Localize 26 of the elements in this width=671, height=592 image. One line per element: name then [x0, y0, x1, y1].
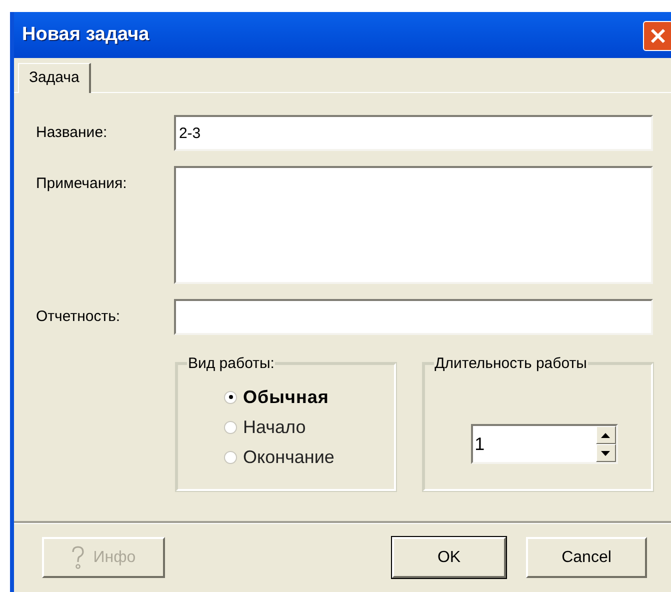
- field-label: Название:: [36, 123, 108, 143]
- field-label: Примечания:: [36, 174, 128, 194]
- cancel-button[interactable]: Cancel: [526, 537, 647, 578]
- radio-button[interactable]: [224, 420, 237, 434]
- duration-spinner[interactable]: 1: [470, 424, 618, 464]
- group-title: Длительность работы: [434, 354, 588, 374]
- spin-up-button[interactable]: [596, 426, 616, 444]
- down-arrow-icon: [601, 450, 610, 456]
- ok-button[interactable]: OK: [392, 537, 506, 578]
- input-field[interactable]: [174, 299, 653, 335]
- group-title: Вид работы:: [187, 354, 276, 374]
- up-arrow-icon: [601, 432, 610, 438]
- radio-button[interactable]: [224, 390, 237, 404]
- notes-field[interactable]: [174, 166, 653, 284]
- window-title: Новая задача: [22, 22, 150, 47]
- close-icon: [650, 28, 666, 44]
- tab[interactable]: Задача: [18, 63, 92, 93]
- question-mark-icon: [71, 546, 86, 570]
- radio-option[interactable]: Окончание: [224, 444, 394, 470]
- close-button[interactable]: [643, 21, 671, 51]
- field-label: Отчетность:: [36, 307, 122, 327]
- radio-option[interactable]: Начало: [224, 414, 394, 440]
- input-field[interactable]: 2-3: [174, 115, 653, 151]
- spin-down-button[interactable]: [596, 444, 616, 462]
- radio-button[interactable]: [224, 450, 237, 464]
- radio-option[interactable]: Обычная: [224, 384, 394, 410]
